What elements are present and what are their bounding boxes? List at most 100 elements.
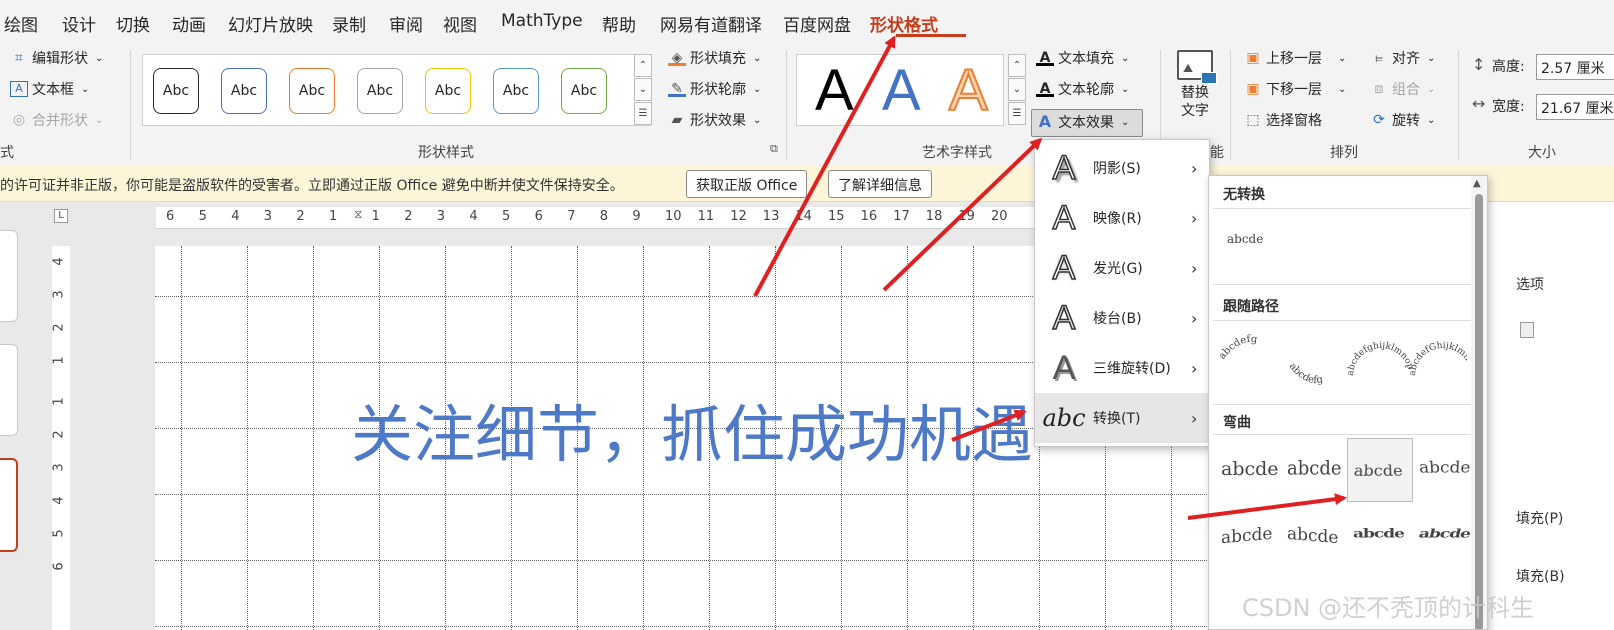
warp-ring-outside[interactable]: abcde <box>1413 506 1479 570</box>
menu-item-label: 发光(G) <box>1093 261 1143 277</box>
path-sample-circle[interactable]: abcdefghijklmnop <box>1346 341 1415 376</box>
group-label: 组合 <box>1392 82 1420 98</box>
horizontal-ruler: 6 5 4 3 2 1 1 2 3 4 5 6 7 8 9 10 11 12 13 14 15 16 17 18 19 20 ⧖ <box>156 207 1046 229</box>
tab-help[interactable]: 帮助 <box>602 11 636 36</box>
path-sample-arch-up[interactable]: abcdefg <box>1217 334 1258 362</box>
tab-design[interactable]: 设计 <box>62 11 96 36</box>
learn-more-button[interactable]: 了解详细信息 <box>828 170 932 198</box>
shape-style-3[interactable]: Abc <box>289 68 335 114</box>
tab-selector-icon[interactable]: L <box>54 209 68 223</box>
tab-view[interactable]: 视图 <box>443 11 477 36</box>
glow-A-icon: A <box>1052 248 1076 288</box>
gallery-scroll-up[interactable]: ⌃ <box>634 54 652 77</box>
send-backward-button[interactable]: ▣ 下移一层 ⌄ <box>1244 79 1346 99</box>
ruler-tick-label: 14 <box>795 209 812 224</box>
path-sample-arch-down[interactable]: abcdefg <box>1287 361 1325 386</box>
shape-style-1[interactable]: Abc <box>153 68 199 114</box>
warp-ring-inside[interactable]: abcde <box>1347 506 1413 570</box>
tab-youdao[interactable]: 网易有道翻译 <box>660 11 762 36</box>
slide-thumbnail[interactable] <box>0 344 18 436</box>
ruler-tick-label: 20 <box>991 209 1008 224</box>
gallery-scroll-down[interactable]: ⌄ <box>634 78 652 101</box>
submenu-scrollbar[interactable]: ▲ <box>1471 176 1487 629</box>
text-box-icon: A <box>10 81 28 97</box>
scrollbar-thumb[interactable] <box>1475 194 1483 629</box>
ruler-tick-label: 7 <box>567 209 576 224</box>
ruler-tick-label: 19 <box>958 209 975 224</box>
shape-style-7[interactable]: Abc <box>561 68 607 114</box>
width-input[interactable]: 21.67 厘米 <box>1536 94 1614 120</box>
follow-path-heading: 跟随路径 <box>1223 299 1279 315</box>
dialog-launcher-icon[interactable]: ⧉ <box>770 142 778 156</box>
fill-option-b[interactable]: 填充(B) <box>1516 566 1565 586</box>
slide-thumbnail[interactable] <box>0 230 18 322</box>
wordart-scroll-down[interactable]: ⌄ <box>1008 78 1026 101</box>
ruler-tick-label: 5 <box>51 529 67 538</box>
fill-option-p[interactable]: 填充(P) <box>1516 508 1563 528</box>
shape-style-6[interactable]: Abc <box>493 68 539 114</box>
indent-marker-icon[interactable]: ⧖ <box>354 207 362 222</box>
ruler-tick-label: 9 <box>632 209 641 224</box>
shape-style-2[interactable]: Abc <box>221 68 267 114</box>
shape-style-gallery: Abc Abc Abc Abc Abc Abc Abc <box>142 54 652 126</box>
menu-item-shadow[interactable]: A 阴影(S) › <box>1035 143 1209 193</box>
shape-outline-button[interactable]: ✎ 形状轮廓 ⌄ <box>668 79 761 99</box>
tab-baidu[interactable]: 百度网盘 <box>783 11 851 36</box>
wordart-style-black[interactable]: A <box>815 61 854 121</box>
no-transform-heading: 无转换 <box>1223 187 1265 203</box>
gallery-more-button[interactable]: ☰ <box>634 102 652 125</box>
warp-sample: abcde <box>1287 456 1342 481</box>
warp-triangle-selected[interactable]: abcde <box>1347 438 1413 502</box>
text-box-button[interactable]: A 文本框 ⌄ <box>10 79 89 99</box>
slide-thumbnail-selected[interactable] <box>0 458 18 552</box>
tab-record[interactable]: 录制 <box>332 11 366 36</box>
tab-mathtype[interactable]: MathType <box>501 11 583 31</box>
rotate-button[interactable]: ⟳ 旋转 ⌄ <box>1370 110 1435 130</box>
no-transform-option[interactable]: abcde <box>1227 232 1263 246</box>
shape-style-5[interactable]: Abc <box>425 68 471 114</box>
tab-shape-format[interactable]: 形状格式 <box>870 11 938 36</box>
menu-item-reflection[interactable]: A 映像(R) › <box>1035 193 1209 243</box>
warp-chevron-down[interactable]: abcde <box>1281 506 1347 570</box>
tab-animations[interactable]: 动画 <box>172 11 206 36</box>
tab-transitions[interactable]: 切换 <box>116 11 150 36</box>
menu-item-glow[interactable]: A 发光(G) › <box>1035 243 1209 293</box>
menu-item-3d-rotation[interactable]: A 三维旋转(D) › <box>1035 343 1209 393</box>
menu-item-bevel[interactable]: A 棱台(B) › <box>1035 293 1209 343</box>
shape-style-4[interactable]: Abc <box>357 68 403 114</box>
height-input[interactable]: 2.57 厘米 <box>1536 54 1614 80</box>
scroll-up-arrow-icon[interactable]: ▲ <box>1473 178 1481 189</box>
text-fill-button[interactable]: A 文本填充 ⌄ <box>1036 48 1129 68</box>
text-effects-icon: A <box>1038 112 1052 131</box>
warp-plain[interactable]: abcde <box>1215 438 1281 502</box>
tab-review[interactable]: 审阅 <box>389 11 423 36</box>
align-button[interactable]: ⫢ 对齐 ⌄ <box>1370 48 1435 68</box>
selection-pane-button[interactable]: ⬚ 选择窗格 <box>1244 110 1322 130</box>
tab-slideshow[interactable]: 幻灯片放映 <box>228 11 313 36</box>
alt-text-button[interactable]: ⛰ 替换 文字 <box>1172 50 1218 120</box>
warp-triangle-inverted[interactable]: abcde <box>1413 438 1479 502</box>
wordart-text[interactable]: 关注细节，抓住成功机遇 <box>351 384 1033 474</box>
warp-sample: abcde <box>1287 523 1339 549</box>
text-effects-button[interactable]: A 文本效果 ⌄ <box>1036 112 1130 132</box>
ruler-tick-label: 2 <box>51 323 67 332</box>
shape-fill-button[interactable]: ◈ 形状填充 ⌄ <box>668 48 761 68</box>
wordart-more-button[interactable]: ☰ <box>1008 102 1026 125</box>
pane-control[interactable] <box>1520 322 1534 338</box>
powerpoint-window: 绘图 设计 切换 动画 幻灯片放映 录制 审阅 视图 MathType 帮助 网… <box>0 0 1614 630</box>
merge-shapes-button[interactable]: ◎ 合并形状 ⌄ <box>10 110 104 130</box>
bring-forward-button[interactable]: ▣ 上移一层 ⌄ <box>1244 48 1346 68</box>
get-genuine-office-button[interactable]: 获取正版 Office <box>686 170 808 198</box>
shape-effects-button[interactable]: ▰ 形状效果 ⌄ <box>668 110 762 130</box>
edit-shape-button[interactable]: ⌗ 编辑形状 ⌄ <box>10 48 103 68</box>
group-button[interactable]: ⧈ 组合 ⌄ <box>1370 79 1436 99</box>
tab-draw[interactable]: 绘图 <box>4 11 38 36</box>
menu-item-transform[interactable]: abc 转换(T) › <box>1035 393 1209 443</box>
warp-stop[interactable]: abcde <box>1281 438 1347 502</box>
wordart-style-orange-outline[interactable]: A <box>948 60 989 122</box>
warp-chevron-up[interactable]: abcde <box>1215 506 1281 570</box>
text-outline-button[interactable]: A 文本轮廓 ⌄ <box>1036 79 1129 99</box>
wordart-scroll-up[interactable]: ⌃ <box>1008 54 1026 77</box>
path-sample-button[interactable]: abcdefGhijklmnop <box>1408 341 1467 376</box>
wordart-style-blue[interactable]: A <box>882 61 921 121</box>
